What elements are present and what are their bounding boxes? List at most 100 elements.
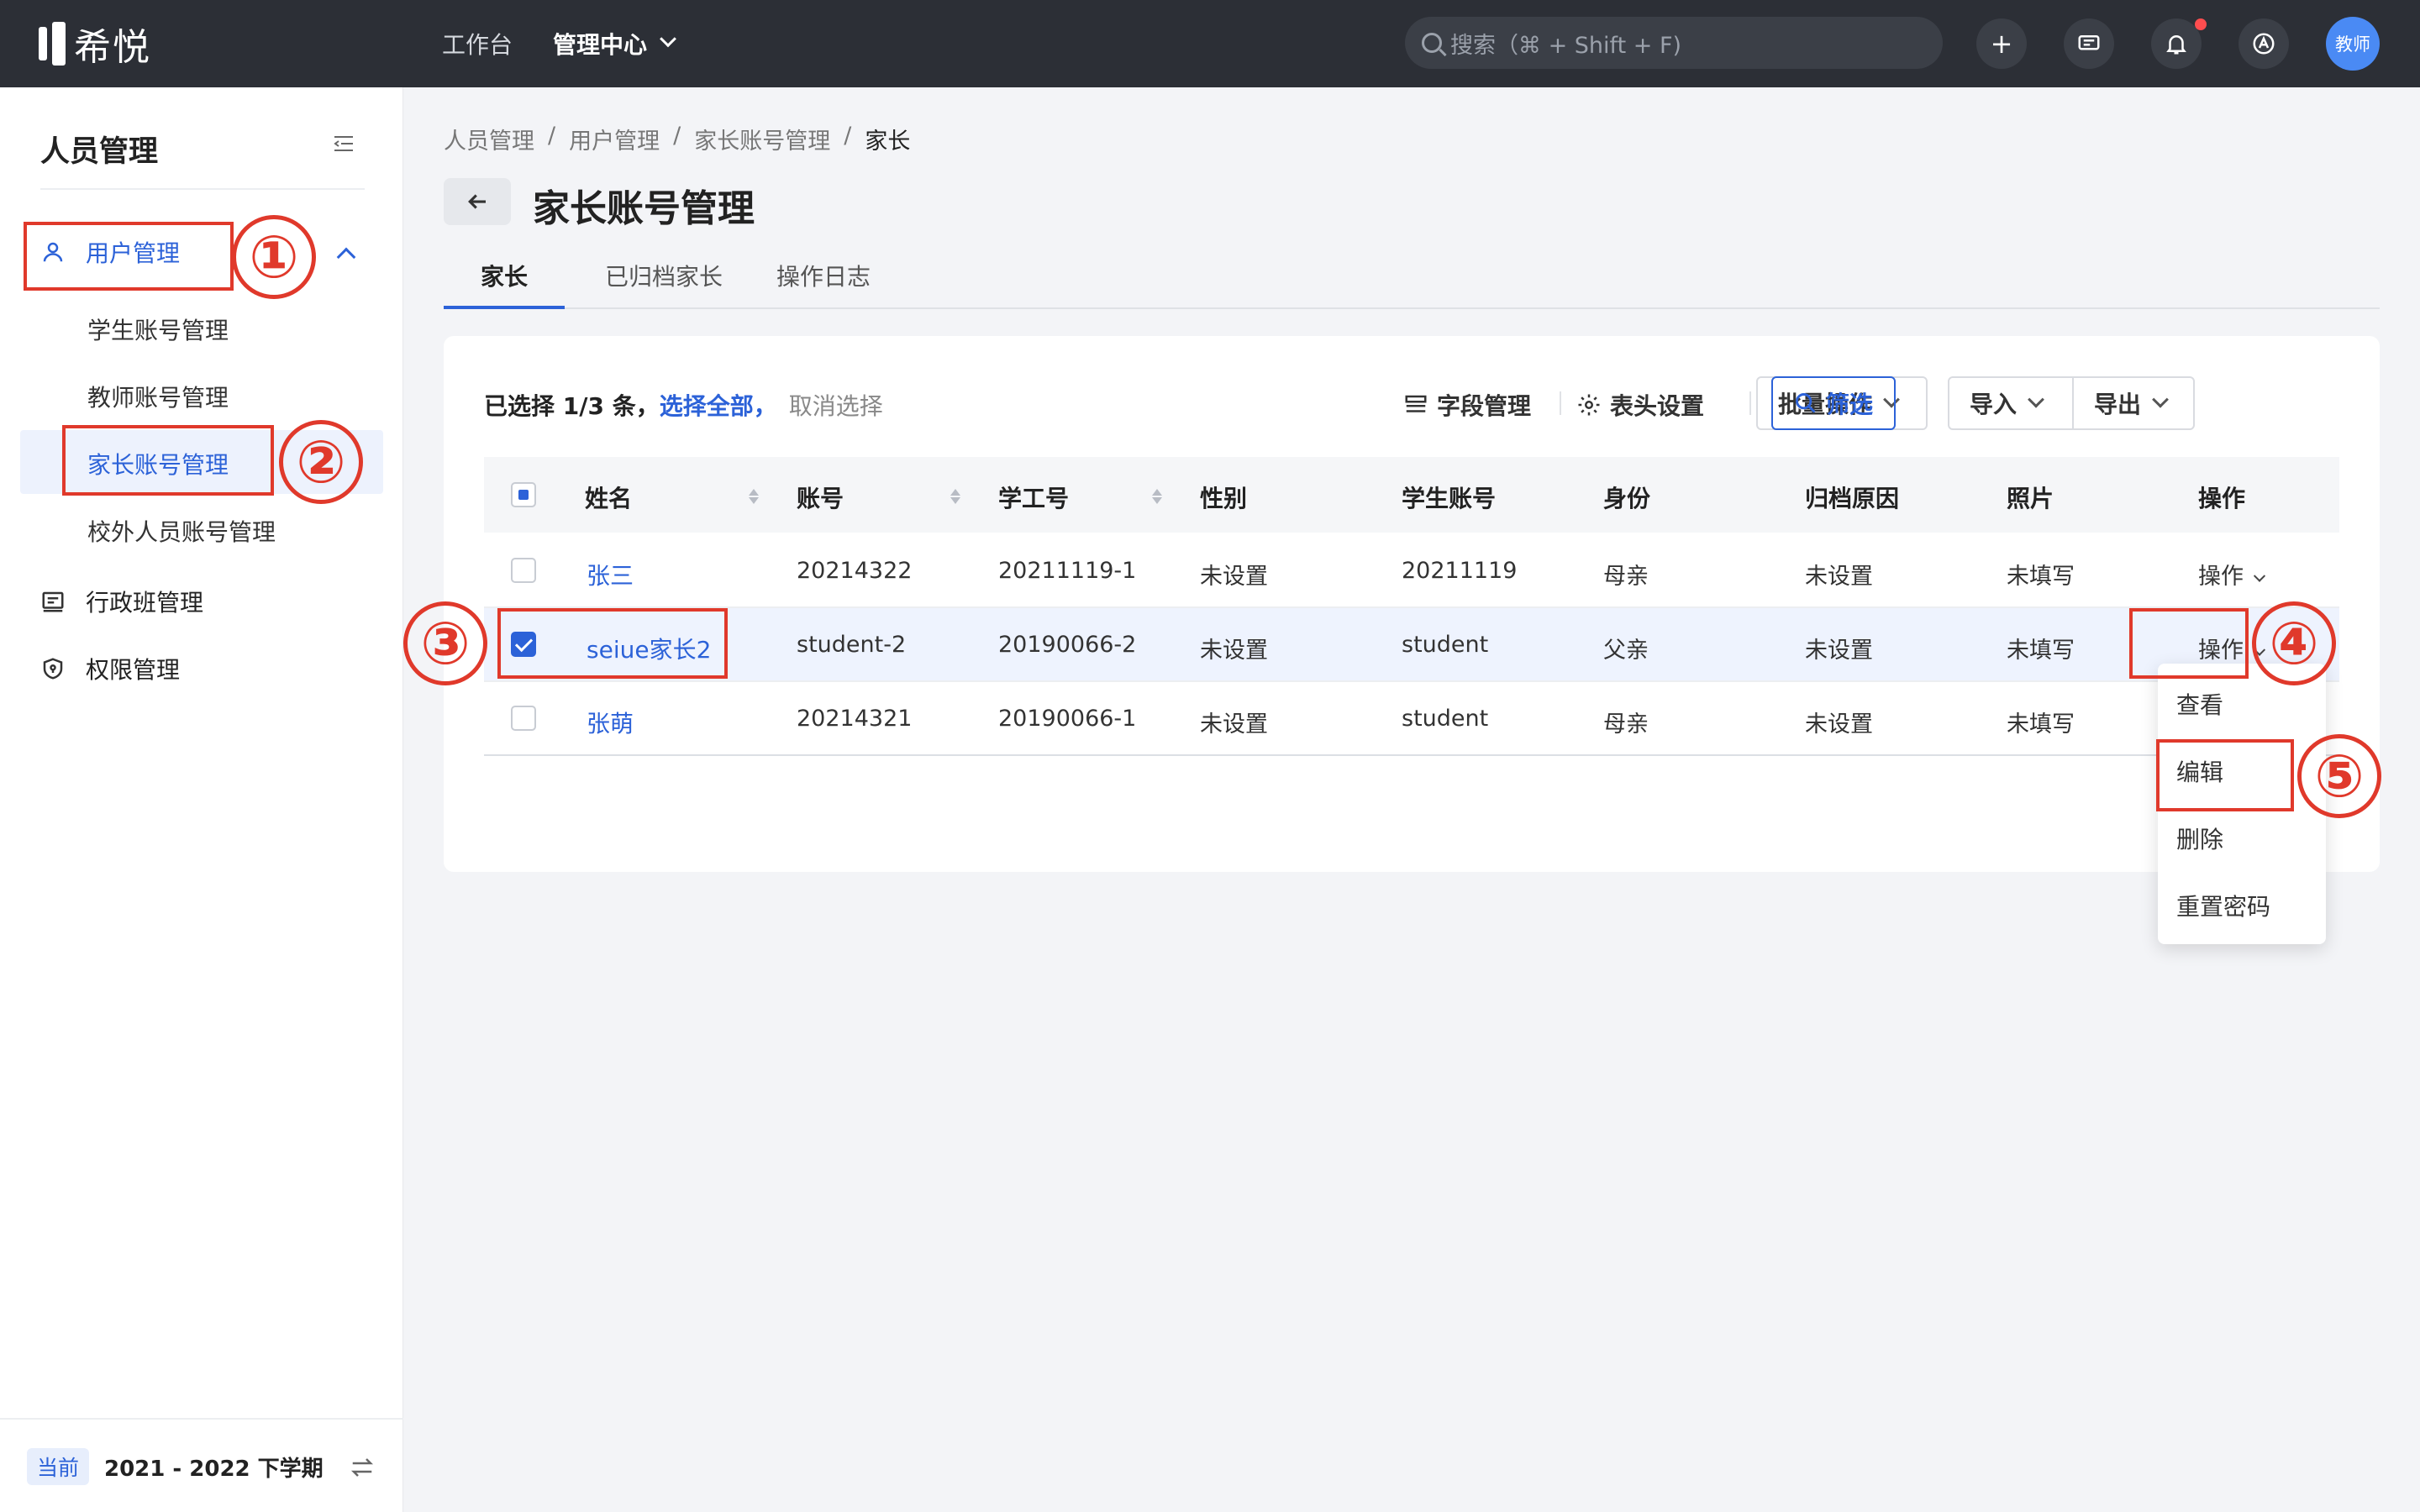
- annotation-number-3: ③: [403, 601, 487, 685]
- breadcrumb-item[interactable]: 人员管理: [444, 123, 534, 155]
- parent-name-link[interactable]: 张萌: [587, 706, 634, 739]
- cell-archive-reason: 未设置: [1805, 711, 1873, 738]
- sidebar-item-class-management[interactable]: 行政班管理: [40, 585, 203, 618]
- cell-gender: 未设置: [1200, 638, 1268, 664]
- select-all-link[interactable]: 选择全部: [660, 392, 754, 420]
- field-management-button[interactable]: 字段管理: [1403, 388, 1531, 422]
- column-header-student-account: 学生账号: [1402, 485, 1497, 512]
- gear-icon: [1578, 394, 1600, 416]
- message-button[interactable]: [2064, 18, 2114, 69]
- bell-icon: [2166, 35, 2186, 55]
- column-header-staff-no: 学工号: [998, 485, 1070, 512]
- filter-label: 筛选: [1825, 391, 1873, 418]
- back-button[interactable]: [444, 178, 511, 225]
- annotation-number-4: ④: [2252, 601, 2336, 685]
- tab-operation-log[interactable]: 操作日志: [776, 259, 871, 292]
- header-settings-button[interactable]: 表头设置: [1576, 388, 1704, 422]
- column-header-action: 操作: [2198, 485, 2246, 512]
- annotation-number-1: ①: [232, 215, 316, 299]
- top-bar: 希悦 工作台 管理中心 搜索（⌘ + Shift + F) + 教师: [0, 0, 2420, 87]
- row-action-dropdown[interactable]: 操作: [2198, 558, 2266, 591]
- header-settings-label: 表头设置: [1610, 392, 1705, 420]
- cell-photo: 未填写: [2007, 638, 2075, 664]
- column-header-archive-reason: 归档原因: [1805, 485, 1900, 512]
- breadcrumb-item[interactable]: 用户管理: [569, 123, 660, 155]
- help-button[interactable]: [2238, 18, 2289, 69]
- breadcrumb-separator: /: [548, 123, 556, 149]
- column-header-photo: 照片: [2007, 485, 2054, 512]
- tab-parents[interactable]: 家长: [481, 259, 528, 292]
- search-icon: [1796, 393, 1816, 413]
- cell-staff-no: 20190066-2: [998, 632, 1137, 658]
- collapse-sidebar-icon[interactable]: [333, 134, 355, 153]
- notification-button[interactable]: [2151, 18, 2202, 69]
- export-label: 导出: [2094, 391, 2142, 418]
- menu-item-view[interactable]: 查看: [2176, 687, 2223, 721]
- sidebar-item-teacher-accounts[interactable]: 教师账号管理: [87, 380, 229, 413]
- menu-item-delete[interactable]: 删除: [2176, 822, 2223, 855]
- cell-identity: 母亲: [1603, 564, 1649, 590]
- help-icon: [2253, 33, 2275, 55]
- cell-identity: 母亲: [1603, 711, 1649, 738]
- breadcrumb-separator: /: [844, 123, 852, 149]
- select-all-checkbox[interactable]: [511, 482, 536, 507]
- sort-icon[interactable]: [1151, 482, 1163, 507]
- chevron-down-icon: [2253, 570, 2266, 582]
- logo-text: 希悦: [74, 26, 151, 69]
- menu-item-reset-password[interactable]: 重置密码: [2176, 889, 2270, 922]
- page-title: 家长账号管理: [533, 187, 755, 230]
- table-row[interactable]: 张萌 20214321 20190066-1 未设置 student 母亲 未设…: [484, 682, 2339, 756]
- sidebar-item-external-accounts[interactable]: 校外人员账号管理: [87, 514, 276, 548]
- cell-account: student-2: [797, 632, 907, 658]
- nav-workbench[interactable]: 工作台: [442, 0, 513, 87]
- import-label: 导入: [1970, 391, 2018, 418]
- add-button[interactable]: +: [1976, 18, 2027, 69]
- sort-icon[interactable]: [950, 482, 961, 507]
- sidebar: 人员管理 用户管理 学生账号管理 教师账号管理 家长账号管理 校外人员账号管理 …: [0, 87, 403, 1512]
- annotation-number-5: ⑤: [2297, 734, 2381, 818]
- export-button[interactable]: 导出: [2074, 378, 2169, 428]
- import-button[interactable]: 导入: [1949, 378, 2074, 428]
- global-search-input[interactable]: 搜索（⌘ + Shift + F): [1405, 17, 1943, 69]
- table-row[interactable]: 张三 20214322 20211119-1 未设置 20211119 母亲 未…: [484, 534, 2339, 608]
- filter-button[interactable]: 筛选: [1771, 376, 1896, 430]
- toolbar-divider: [1560, 391, 1561, 415]
- cell-photo: 未填写: [2007, 711, 2075, 738]
- column-header-gender: 性别: [1200, 485, 1248, 512]
- current-term: 2021 - 2022 下学期: [104, 1457, 324, 1482]
- class-icon: [42, 591, 64, 612]
- breadcrumb-separator: /: [673, 123, 681, 149]
- switch-term-icon[interactable]: [350, 1455, 375, 1480]
- chevron-down-icon: [2028, 391, 2044, 408]
- sort-icon[interactable]: [748, 482, 760, 507]
- nav-admin-center[interactable]: 管理中心: [553, 0, 676, 87]
- parent-name-link[interactable]: 张三: [587, 558, 634, 591]
- cancel-selection-link[interactable]: 取消选择: [789, 392, 883, 420]
- breadcrumb: 人员管理 / 用户管理 / 家长账号管理 / 家长: [444, 123, 910, 155]
- logo-mark-icon: [39, 22, 66, 66]
- table-row[interactable]: seiue家长2 student-2 20190066-2 未设置 studen…: [484, 608, 2339, 682]
- notification-dot: [2195, 18, 2207, 30]
- table-header: 姓名 账号 学工号 性别 学生账号 身份 归档原因 照片 操作: [484, 457, 2339, 533]
- annotation-box-1: [24, 222, 234, 291]
- chevron-up-icon[interactable]: [336, 247, 356, 267]
- nav-admin-label: 管理中心: [553, 31, 648, 59]
- avatar[interactable]: 教师: [2326, 17, 2380, 71]
- annotation-box-2: [62, 425, 274, 496]
- sidebar-footer-divider: [0, 1418, 403, 1420]
- sidebar-item-permission-management[interactable]: 权限管理: [40, 652, 180, 685]
- cell-account: 20214321: [797, 706, 913, 732]
- row-checkbox[interactable]: [511, 706, 536, 731]
- cell-identity: 父亲: [1603, 638, 1649, 664]
- app-logo[interactable]: 希悦: [39, 18, 151, 69]
- sidebar-item-student-accounts[interactable]: 学生账号管理: [87, 312, 229, 346]
- column-header-identity: 身份: [1603, 485, 1651, 512]
- row-checkbox[interactable]: [511, 558, 536, 583]
- search-placeholder: 搜索（⌘ + Shift + F): [1450, 32, 1682, 59]
- arrow-left-icon: [468, 194, 486, 209]
- breadcrumb-item[interactable]: 家长账号管理: [694, 123, 830, 155]
- cell-staff-no: 20190066-1: [998, 706, 1137, 732]
- tab-archived-parents[interactable]: 已归档家长: [605, 259, 723, 292]
- shield-icon: [43, 658, 63, 680]
- breadcrumb-current: 家长: [865, 129, 911, 155]
